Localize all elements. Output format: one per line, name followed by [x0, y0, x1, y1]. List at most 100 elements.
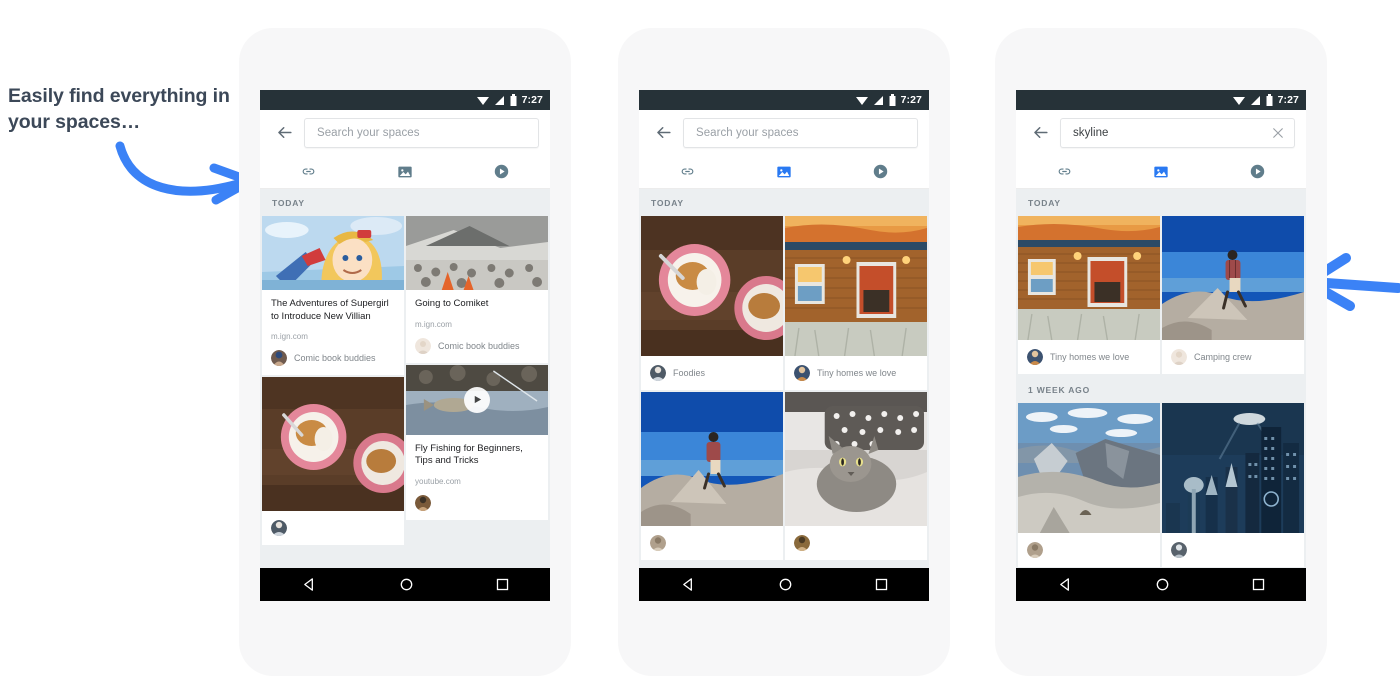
- tab-photos[interactable]: [736, 164, 833, 180]
- avatar: [650, 535, 666, 551]
- back-triangle-icon[interactable]: [681, 577, 696, 592]
- card-fly-fishing[interactable]: Fly Fishing for Beginners, Tips and Tric…: [406, 364, 548, 520]
- space-name: Tiny homes we love: [817, 368, 897, 378]
- arrow-back-icon[interactable]: [271, 120, 297, 146]
- tab-links[interactable]: [260, 163, 357, 180]
- thumbnail-hiker-on-rocks: [641, 392, 783, 526]
- search-input[interactable]: Search your spaces: [304, 117, 539, 148]
- signal-icon: [873, 95, 884, 106]
- status-bar: 7:27: [1016, 90, 1306, 110]
- card-footer[interactable]: Tiny homes we love: [785, 356, 927, 390]
- arrow-back-icon[interactable]: [650, 120, 676, 146]
- tab-links[interactable]: [639, 163, 736, 180]
- home-circle-icon[interactable]: [1156, 578, 1169, 591]
- tab-photos[interactable]: [1113, 164, 1210, 180]
- card-tiny-home[interactable]: Tiny homes we love: [785, 216, 927, 390]
- section-header: TODAY: [651, 198, 684, 208]
- back-triangle-icon[interactable]: [302, 577, 317, 592]
- card-title: Fly Fishing for Beginners, Tips and Tric…: [415, 442, 523, 467]
- section-header: TODAY: [272, 198, 305, 208]
- avatar: [794, 365, 810, 381]
- tab-bar: [639, 155, 929, 189]
- thumbnail-cabin-sunset: [785, 216, 927, 356]
- card-source: youtube.com: [415, 476, 461, 486]
- wifi-icon: [1232, 95, 1245, 106]
- avatar: [1171, 542, 1187, 558]
- card-body: Fly Fishing for Beginners, Tips and Tric…: [406, 435, 548, 486]
- tab-videos[interactable]: [1209, 163, 1306, 180]
- card-source: m.ign.com: [271, 332, 308, 342]
- battery-icon: [889, 94, 896, 106]
- grid-column-left: Tiny homes we love: [1018, 216, 1160, 376]
- feed-phone-3: TODAY Tiny homes we love Camping crew 1 …: [1016, 189, 1306, 601]
- card-foodies[interactable]: Foodies: [641, 216, 783, 390]
- card-footer[interactable]: [785, 526, 927, 560]
- card-skyline[interactable]: [1162, 403, 1304, 567]
- android-nav-bar: [1016, 568, 1306, 601]
- tab-videos[interactable]: [453, 163, 550, 180]
- home-circle-icon[interactable]: [779, 578, 792, 591]
- thumbnail-cabin-sunset: [1018, 216, 1160, 340]
- card-footer[interactable]: Camping crew: [1162, 340, 1304, 374]
- phone-3: 7:27 skyline TODAY Tiny homes we love Ca…: [995, 28, 1327, 676]
- avatar: [794, 535, 810, 551]
- play-button-overlay[interactable]: [464, 386, 490, 413]
- card-title: Going to Comiket: [415, 298, 489, 309]
- card-tiny-home[interactable]: Tiny homes we love: [1018, 216, 1160, 374]
- section-header-today: TODAY: [1028, 198, 1061, 208]
- card-footer[interactable]: Foodies: [641, 356, 783, 390]
- phone-2: 7:27 Search your spaces TODAY Foodies Ti…: [618, 28, 950, 676]
- space-name: Comic book buddies: [438, 340, 520, 351]
- card-footer[interactable]: [641, 526, 783, 560]
- tab-videos[interactable]: [832, 163, 929, 180]
- card-title: The Adventures of Supergirl to Introduce…: [271, 298, 389, 322]
- card-footer[interactable]: [1162, 533, 1304, 567]
- card-footer[interactable]: [406, 486, 548, 520]
- space-name: Tiny homes we love: [1050, 352, 1130, 362]
- search-row: Search your spaces: [639, 110, 929, 155]
- card-comiket[interactable]: Going to Comiket m.ign.com Comic book bu…: [406, 216, 548, 363]
- card-camping[interactable]: Camping crew: [1162, 216, 1304, 374]
- recents-square-icon[interactable]: [496, 578, 509, 591]
- tab-photos[interactable]: [357, 164, 454, 180]
- search-row: skyline: [1016, 110, 1306, 155]
- avatar: [271, 350, 287, 367]
- card-food-photo[interactable]: [262, 377, 404, 546]
- recents-square-icon[interactable]: [875, 578, 888, 591]
- card-footer[interactable]: Comic book buddies: [262, 341, 404, 375]
- tab-bar: [1016, 155, 1306, 189]
- status-time: 7:27: [1277, 94, 1299, 106]
- search-input[interactable]: Search your spaces: [683, 117, 918, 148]
- arrow-back-icon[interactable]: [1027, 120, 1053, 146]
- card-footer[interactable]: [1018, 533, 1160, 567]
- close-icon[interactable]: [1270, 125, 1286, 141]
- signal-icon: [494, 95, 505, 106]
- avatar: [415, 337, 431, 354]
- android-nav-bar: [260, 568, 550, 601]
- thumbnail-comiket-crowd: [406, 216, 548, 290]
- home-circle-icon[interactable]: [400, 578, 413, 591]
- recents-square-icon[interactable]: [1252, 578, 1265, 591]
- search-input[interactable]: skyline: [1060, 117, 1295, 148]
- card-body: The Adventures of Supergirl to Introduce…: [262, 290, 404, 341]
- avatar: [650, 365, 666, 381]
- thumbnail-fried-chicken-plates: [641, 216, 783, 356]
- card-yosemite[interactable]: [1018, 403, 1160, 567]
- card-footer[interactable]: Comic book buddies: [406, 329, 548, 363]
- thumbnail-fried-chicken-plates: [262, 377, 404, 512]
- avatar: [271, 520, 287, 537]
- back-triangle-icon[interactable]: [1058, 577, 1073, 592]
- tab-links[interactable]: [1016, 163, 1113, 180]
- battery-icon: [1266, 94, 1273, 106]
- card-footer[interactable]: [262, 511, 404, 545]
- card-cat[interactable]: [785, 392, 927, 560]
- card-hiker[interactable]: [641, 392, 783, 560]
- avatar: [415, 494, 431, 511]
- tab-bar: [260, 155, 550, 189]
- grid-column-right: Going to Comiket m.ign.com Comic book bu…: [406, 216, 548, 547]
- card-supergirl[interactable]: The Adventures of Supergirl to Introduce…: [262, 216, 404, 376]
- card-body: Going to Comiket m.ign.com: [406, 290, 548, 329]
- phone-1: 7:27 Search your spaces TODAY The Advent…: [239, 28, 571, 676]
- card-footer[interactable]: Tiny homes we love: [1018, 340, 1160, 374]
- search-placeholder: Search your spaces: [317, 126, 420, 139]
